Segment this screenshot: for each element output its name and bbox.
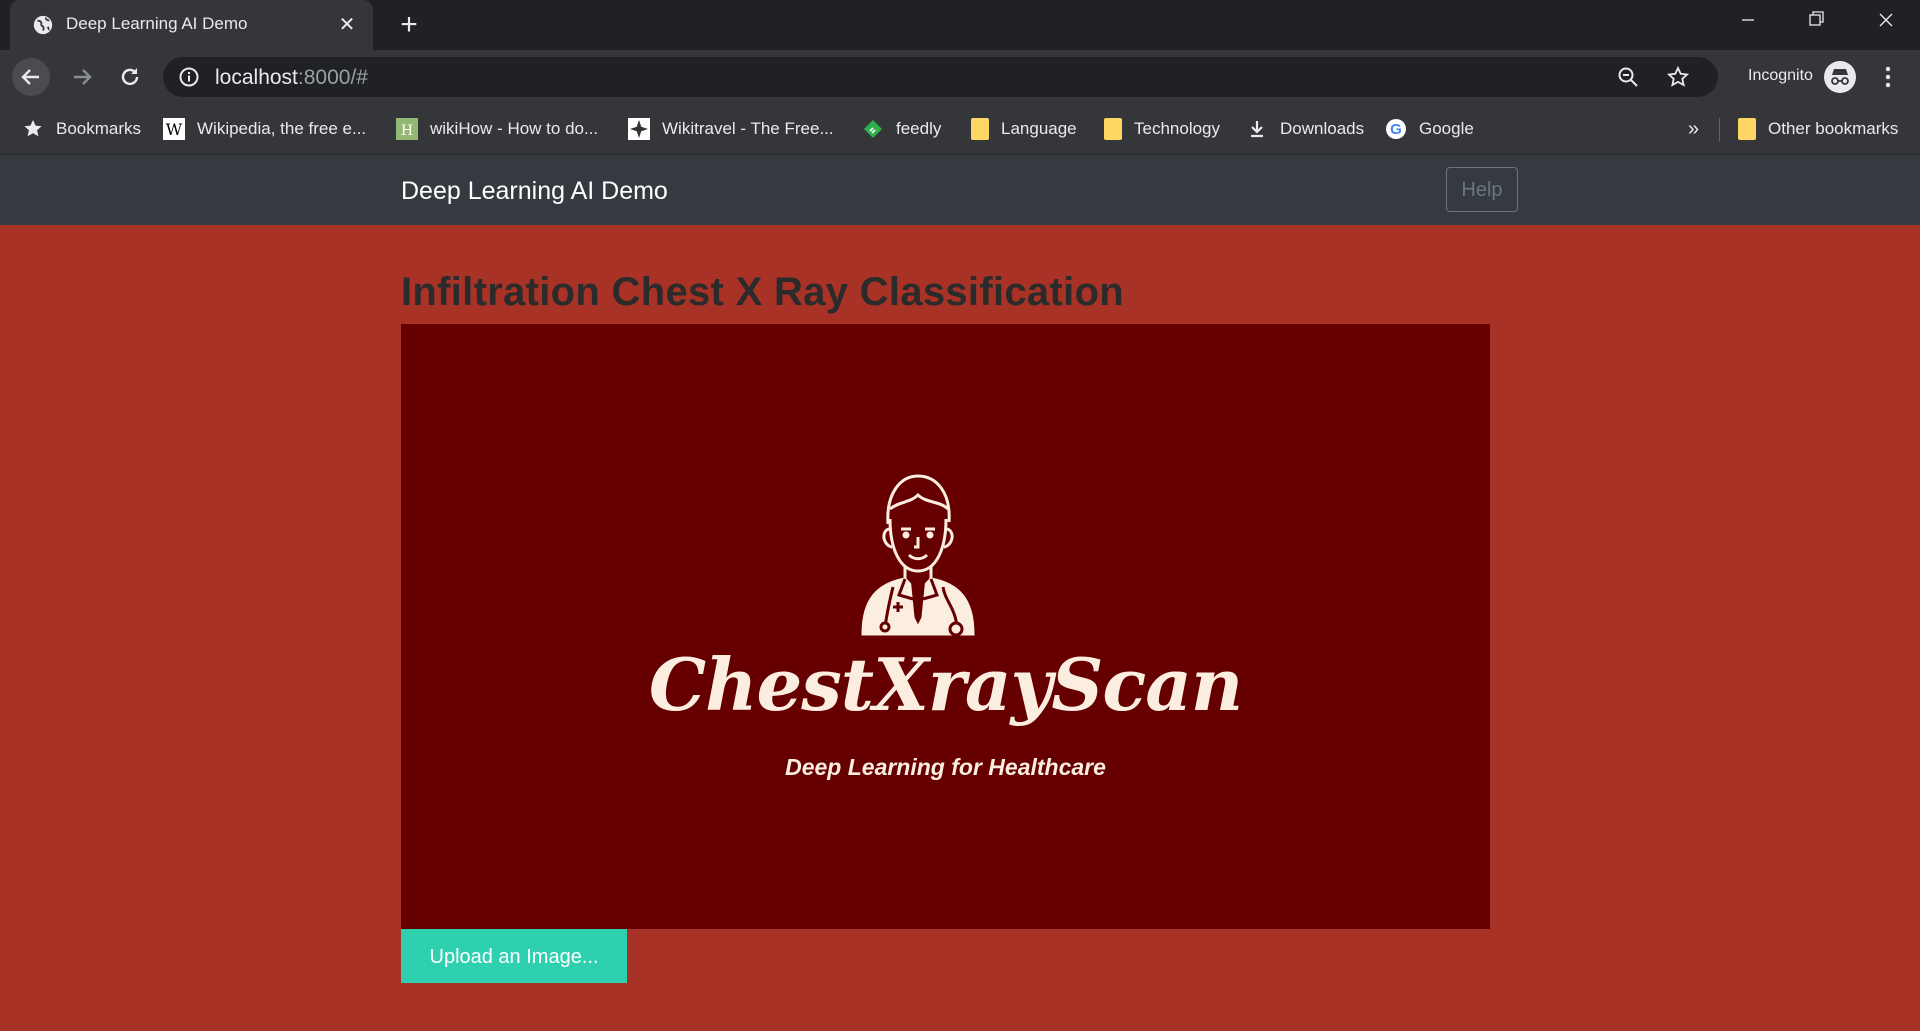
download-icon bbox=[1251, 121, 1263, 138]
logo-tagline: Deep Learning for Healthcare bbox=[785, 754, 1106, 780]
window-close-icon[interactable] bbox=[1856, 0, 1916, 40]
bookmark-downloads[interactable]: Downloads bbox=[1246, 116, 1364, 142]
doctor-icon bbox=[861, 474, 975, 637]
app-navbar: Deep Learning AI Demo Help bbox=[0, 155, 1920, 225]
back-icon[interactable] bbox=[12, 58, 50, 96]
bookmark-label: Wikipedia, the free e... bbox=[197, 119, 367, 138]
bookmark-label: Other bookmarks bbox=[1768, 119, 1899, 138]
folder-icon bbox=[1104, 118, 1122, 140]
wikipedia-icon: W bbox=[163, 118, 185, 140]
minimize-icon[interactable] bbox=[1718, 0, 1778, 40]
feedly-icon bbox=[864, 120, 882, 138]
bookmark-wikipedia[interactable]: W Wikipedia, the free e... bbox=[163, 116, 366, 142]
zoom-icon[interactable] bbox=[1616, 65, 1640, 89]
bookmark-label: feedly bbox=[896, 119, 942, 138]
url-text: localhost:8000/# bbox=[215, 66, 368, 90]
bookmark-label: Google bbox=[1419, 119, 1474, 138]
browser-tab-strip: Deep Learning AI Demo ✕ + bbox=[0, 0, 1920, 50]
logo-title: ChestXrayScan bbox=[648, 642, 1243, 727]
bookmark-label: wikiHow - How to do... bbox=[430, 119, 599, 138]
navbar-brand[interactable]: Deep Learning AI Demo bbox=[401, 177, 668, 206]
bookmarks-overflow-icon[interactable]: » bbox=[1688, 118, 1699, 141]
tab-title: Deep Learning AI Demo bbox=[66, 14, 248, 33]
bookmark-label: Wikitravel - The Free... bbox=[662, 119, 834, 138]
google-icon: G bbox=[1386, 119, 1406, 139]
url-host: localhost bbox=[215, 66, 298, 89]
svg-text:W: W bbox=[166, 120, 183, 139]
bookmark-bookmarks[interactable]: Bookmarks bbox=[22, 116, 141, 142]
browser-toolbar: localhost:8000/# Incognito bbox=[0, 50, 1920, 104]
bookmark-google[interactable]: G Google bbox=[1385, 116, 1474, 142]
bookmark-label: Language bbox=[1001, 119, 1077, 138]
wikitravel-icon bbox=[628, 118, 650, 140]
globe-icon bbox=[33, 15, 53, 35]
address-bar[interactable]: localhost:8000/# bbox=[163, 57, 1718, 97]
bookmark-wikitravel[interactable]: Wikitravel - The Free... bbox=[628, 116, 834, 142]
incognito-icon[interactable] bbox=[1824, 61, 1856, 93]
bookmark-other-bookmarks[interactable]: Other bookmarks bbox=[1738, 116, 1898, 142]
svg-text:G: G bbox=[1390, 121, 1402, 138]
help-button[interactable]: Help bbox=[1446, 167, 1518, 212]
incognito-label: Incognito bbox=[1748, 67, 1813, 84]
folder-icon bbox=[1738, 118, 1756, 140]
wikihow-icon: H bbox=[396, 118, 418, 140]
bookmark-technology[interactable]: Technology bbox=[1104, 116, 1220, 142]
forward-icon[interactable] bbox=[63, 58, 101, 96]
menu-icon[interactable] bbox=[1876, 63, 1900, 91]
bookmark-label: Technology bbox=[1134, 119, 1221, 138]
page-title: Infiltration Chest X Ray Classification bbox=[401, 270, 1124, 314]
bookmark-language[interactable]: Language bbox=[971, 116, 1077, 142]
close-tab-icon[interactable]: ✕ bbox=[335, 13, 359, 37]
bookmarks-bar: Bookmarks W Wikipedia, the free e... H w… bbox=[0, 104, 1920, 155]
bookmarks-divider bbox=[1719, 118, 1720, 142]
bookmark-label: Bookmarks bbox=[56, 119, 142, 138]
restore-icon[interactable] bbox=[1786, 0, 1846, 40]
url-path: :8000/# bbox=[297, 66, 368, 89]
logo-banner: ChestXrayScan Deep Learning for Healthca… bbox=[401, 324, 1490, 929]
upload-image-button[interactable]: Upload an Image... bbox=[401, 929, 627, 983]
bookmark-star-icon[interactable] bbox=[1666, 65, 1690, 89]
reload-icon[interactable] bbox=[111, 58, 149, 96]
bookmark-wikihow[interactable]: H wikiHow - How to do... bbox=[396, 116, 598, 142]
folder-icon bbox=[971, 118, 989, 140]
info-icon[interactable] bbox=[178, 66, 200, 88]
bookmark-feedly[interactable]: feedly bbox=[862, 116, 941, 142]
star-icon bbox=[24, 120, 42, 137]
browser-tab[interactable]: Deep Learning AI Demo ✕ bbox=[10, 0, 373, 50]
svg-text:H: H bbox=[401, 123, 413, 139]
new-tab-icon[interactable]: + bbox=[395, 10, 423, 40]
bookmark-label: Downloads bbox=[1280, 119, 1365, 138]
